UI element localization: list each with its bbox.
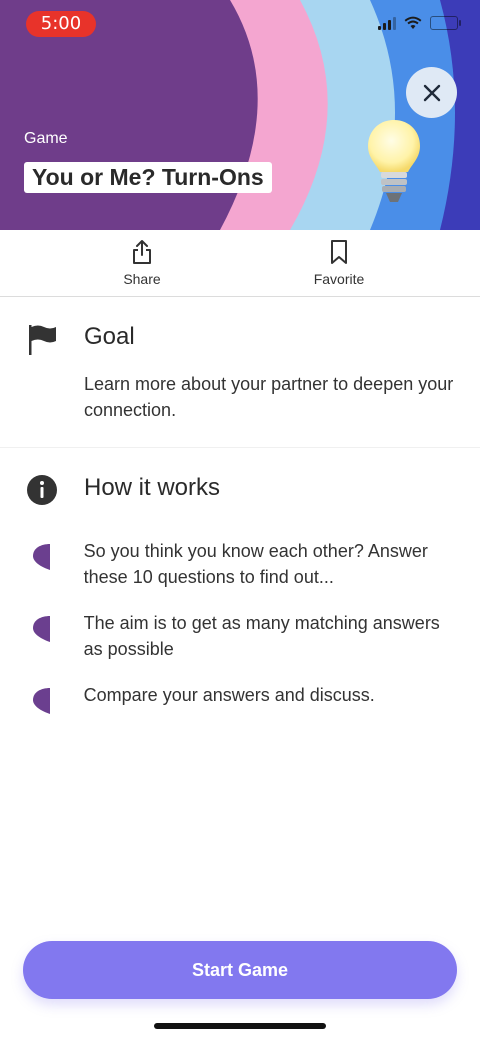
status-icons xyxy=(378,16,461,30)
game-category: Game xyxy=(24,130,68,147)
wifi-icon xyxy=(404,16,422,29)
battery-icon xyxy=(430,16,461,30)
half-heart-icon xyxy=(32,616,50,642)
start-game-button[interactable]: Start Game xyxy=(23,941,457,999)
how-step-3: Compare your answers and discuss. xyxy=(83,685,375,705)
list-item: So you think you know each other? Answer… xyxy=(24,538,456,590)
game-title: You or Me? Turn-Ons xyxy=(24,162,272,193)
goal-section: Goal Learn more about your partner to de… xyxy=(0,297,480,447)
favorite-button[interactable]: Favorite xyxy=(284,230,394,296)
list-item: The aim is to get as many matching answe… xyxy=(24,610,456,662)
signal-icon xyxy=(378,16,396,30)
favorite-label: Favorite xyxy=(313,271,365,287)
flag-icon xyxy=(29,325,56,355)
half-heart-icon xyxy=(32,544,50,570)
how-heading: How it works xyxy=(84,474,221,501)
goal-heading: Goal xyxy=(84,323,135,350)
list-item: Compare your answers and discuss. xyxy=(24,682,456,716)
goal-text: Learn more about your partner to deepen … xyxy=(84,374,454,420)
how-it-works-section: How it works So you think you know each … xyxy=(0,448,480,740)
how-step-1: So you think you know each other? Answer… xyxy=(83,541,428,587)
status-time: 5:00 xyxy=(26,11,96,37)
share-button[interactable]: Share xyxy=(0,230,284,296)
how-step-2: The aim is to get as many matching answe… xyxy=(83,613,440,659)
half-heart-icon xyxy=(32,688,50,714)
close-button[interactable] xyxy=(406,67,457,118)
action-bar: Share Favorite xyxy=(0,230,480,297)
close-icon xyxy=(423,84,440,101)
share-label: Share xyxy=(123,271,161,287)
home-indicator xyxy=(154,1023,326,1029)
hero-banner: 5:00 Game You or Me? Turn-Ons xyxy=(0,0,480,230)
lightbulb-icon xyxy=(368,120,420,202)
info-icon xyxy=(27,475,57,505)
share-icon xyxy=(133,240,151,264)
bookmark-icon xyxy=(331,240,347,264)
